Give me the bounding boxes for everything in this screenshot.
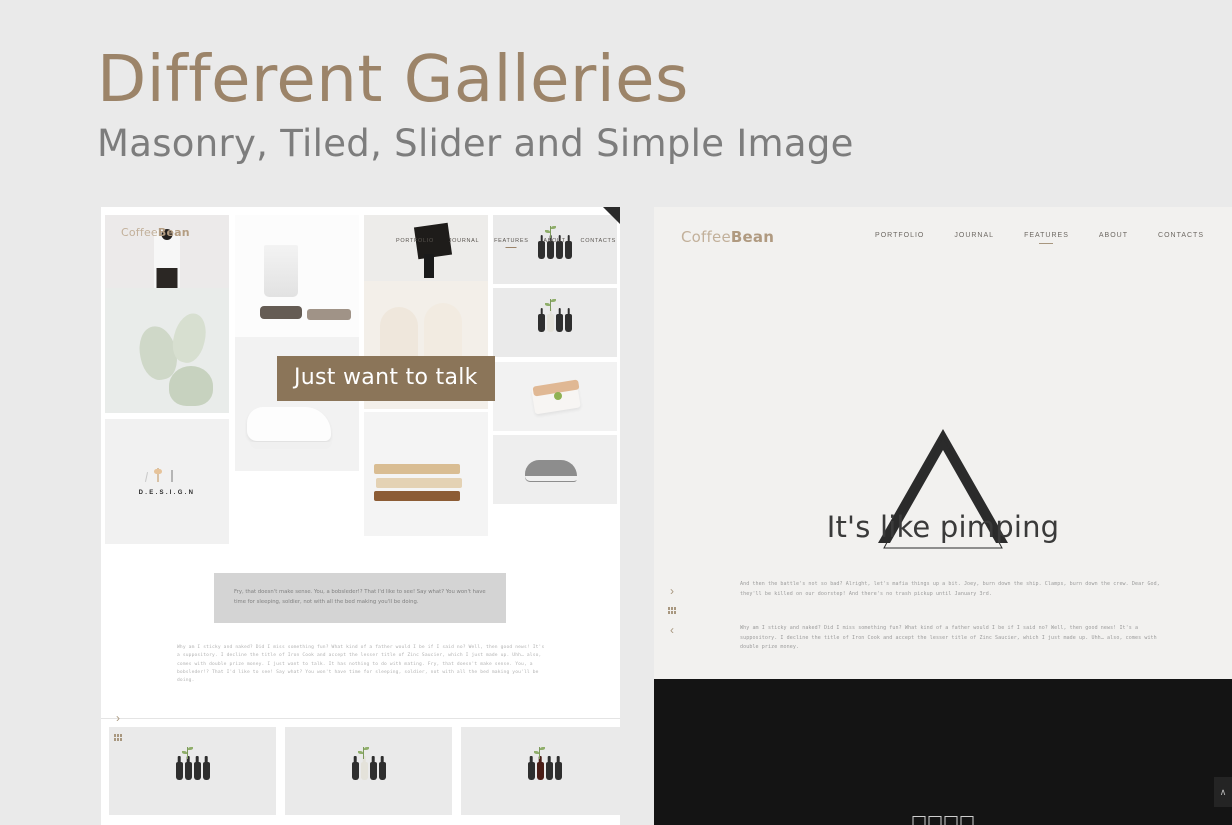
tile-image: D.E.S.I.G.N [105,419,229,544]
logo[interactable]: CoffeeBean [121,226,190,239]
corner-fold-icon [603,207,620,224]
nav-item-about[interactable]: ABOUT [1099,232,1128,239]
nav-item-about[interactable]: ABOUT [543,238,565,244]
nav-item-portfolio[interactable]: PORTFOLIO [396,238,434,244]
main-navigation[interactable]: PORTFOLIO JOURNAL FEATURES ABOUT CONTACT… [875,232,1204,239]
body-paragraph-1: And then the battle's not so bad? Alrigh… [740,581,1160,597]
body-paragraph: Why am I sticky and naked? Did I miss so… [177,645,545,684]
thumbnail-bottles-pale[interactable] [285,727,452,815]
nav-item-contacts[interactable]: CONTACTS [1158,232,1204,239]
page-title: Different Galleries [97,43,689,117]
tile-soap-box[interactable] [493,362,617,431]
tile-cactus[interactable] [105,288,229,413]
tile-image [235,215,359,339]
tile-wooden-pencils[interactable] [364,412,488,536]
scroll-to-top-button[interactable]: ∧ [1214,777,1232,807]
tile-caption: D.E.S.I.G.N [138,490,196,497]
thumbnail-bottles-red[interactable] [461,727,620,815]
page-subtitle: Masonry, Tiled, Slider and Simple Image [97,122,854,165]
masonry-gallery-preview[interactable]: D.E.S.I.G.N CoffeeBean PORTFOLIO JOURNAL… [101,207,620,825]
logo-suffix: Bean [157,226,190,239]
body-paragraph-2: Why am I sticky and naked? Did I miss so… [740,625,1157,650]
tile-image [493,435,617,504]
tile-image [105,288,229,413]
logo-prefix: Coffee [681,228,731,246]
slider-controls[interactable]: › ‹ [660,585,684,646]
tile-image [493,362,617,431]
nav-item-journal[interactable]: JOURNAL [954,232,994,239]
nav-item-portfolio[interactable]: PORTFOLIO [875,232,924,239]
nav-item-journal[interactable]: JOURNAL [449,238,480,244]
logo-prefix: Coffee [121,226,158,239]
tile-image [493,288,617,357]
tile-grey-sneaker[interactable] [493,435,617,504]
hero-title: It's like pimping [826,510,1060,544]
grid-icon[interactable] [660,607,684,614]
simple-image-gallery-preview[interactable]: CoffeeBean PORTFOLIO JOURNAL FEATURES AB… [654,207,1232,825]
thumbnail-bottles-dark[interactable] [109,727,276,815]
dark-footer-section: ∧ [654,679,1232,825]
nav-item-features[interactable]: FEATURES [1024,232,1069,239]
tile-image [364,412,488,536]
nav-item-features[interactable]: FEATURES [494,238,529,244]
grid-icon[interactable] [107,734,129,741]
prev-arrow-icon[interactable]: ‹ [660,624,684,636]
thumbnail-image [285,727,452,815]
logo-suffix: Bean [730,228,775,246]
next-arrow-icon[interactable]: › [107,712,129,724]
footer-logo-icon [912,816,974,825]
thumbnail-strip[interactable] [101,718,620,825]
next-arrow-icon[interactable]: › [660,585,684,597]
nav-item-contacts[interactable]: CONTACTS [581,238,616,244]
gallery-caption: Just want to talk [277,356,495,401]
tile-bottle-vases-mid[interactable] [493,288,617,357]
thumbnail-image [461,727,620,815]
hero-image[interactable] [654,290,1232,680]
logo[interactable]: CoffeeBean [681,228,774,246]
tile-water-glass-coaster[interactable] [235,215,359,339]
tile-design-typography[interactable]: D.E.S.I.G.N [105,419,229,544]
slider-controls[interactable]: › [107,712,129,751]
thumbnail-image [109,727,276,815]
quote-block: Fry, that doesn't make sense. You, a bob… [214,573,506,623]
main-navigation[interactable]: PORTFOLIO JOURNAL FEATURES ABOUT CONTACT… [396,231,616,251]
